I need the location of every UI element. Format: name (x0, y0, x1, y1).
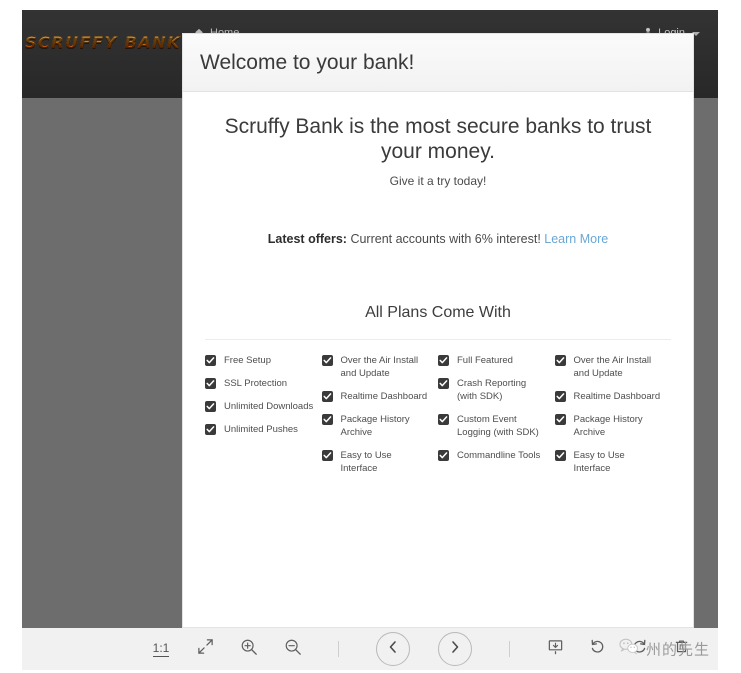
check-icon (205, 355, 216, 366)
latest-offers-text: Current accounts with 6% interest! (346, 232, 545, 246)
plans-heading: All Plans Come With (365, 304, 511, 321)
back-button[interactable] (376, 632, 410, 666)
plans-divider (205, 339, 671, 340)
check-icon (438, 414, 449, 425)
feature-label: Unlimited Pushes (224, 424, 298, 435)
zoom-out-button[interactable] (280, 636, 306, 662)
check-icon (321, 391, 333, 402)
toolbar-zoom-group: 1:1 (148, 632, 694, 666)
watermark: 州的先生 (618, 638, 710, 661)
feature-item: Custom Event Logging (with SDK) (438, 413, 547, 439)
check-icon (554, 391, 566, 402)
feature-column: Over the Air Install and Update Realtime… (321, 354, 439, 485)
content-card: Welcome to your bank! Scruffy Bank is th… (182, 33, 694, 628)
feature-column: Full Featured Crash Reporting (with SDK)… (438, 354, 555, 485)
fit-to-screen-icon (197, 638, 214, 660)
actual-size-label: 1:1 (152, 640, 170, 657)
feature-label: Realtime Dashboard (573, 391, 661, 402)
check-icon (321, 355, 333, 366)
feature-item: Package History Archive (554, 413, 664, 439)
check-icon (554, 450, 566, 461)
feature-item: Over the Air Install and Update (554, 354, 664, 380)
feature-label: Full Featured (457, 355, 513, 366)
feature-item: Unlimited Pushes (205, 423, 314, 436)
fit-to-screen-button[interactable] (192, 636, 218, 662)
feature-label: Free Setup (224, 355, 271, 366)
feature-label: Commandline Tools (457, 450, 541, 461)
chevron-left-icon (386, 640, 400, 659)
feature-item: Crash Reporting (with SDK) (438, 377, 547, 403)
card-body: Scruffy Bank is the most secure banks to… (183, 92, 693, 485)
latest-offers: Latest offers: Current accounts with 6% … (205, 232, 671, 246)
actual-size-button[interactable]: 1:1 (148, 636, 174, 662)
feature-item: Full Featured (438, 354, 547, 367)
feature-columns: Free Setup SSL Protection Unlimited Down… (205, 354, 671, 485)
brand-logo[interactable]: SCRUFFY BANK (25, 24, 181, 60)
page-title: Welcome to your bank! (200, 50, 415, 74)
feature-item: Realtime Dashboard (554, 390, 664, 403)
zoom-in-icon (240, 638, 258, 661)
feature-item: Free Setup (205, 354, 314, 367)
feature-column: Over the Air Install and Update Realtime… (554, 354, 672, 485)
watermark-text: 州的先生 (645, 640, 710, 659)
feature-item: Over the Air Install and Update (321, 354, 431, 380)
feature-label: Realtime Dashboard (340, 391, 428, 402)
feature-item: SSL Protection (205, 377, 314, 390)
check-icon (554, 414, 566, 425)
check-icon (438, 355, 449, 366)
check-icon (321, 450, 333, 461)
check-icon (321, 414, 333, 425)
check-icon (205, 378, 216, 389)
feature-label: Package History Archive (573, 414, 643, 438)
check-icon (438, 378, 449, 389)
card-header: Welcome to your bank! (183, 34, 693, 92)
latest-offers-label: Latest offers: (267, 232, 347, 246)
feature-label: Over the Air Install and Update (340, 355, 419, 379)
zoom-out-icon (284, 638, 302, 661)
chevron-right-icon (448, 640, 462, 659)
brand-logo-text: SCRUFFY BANK (25, 32, 181, 52)
feature-label: SSL Protection (224, 378, 288, 389)
feature-item: Package History Archive (321, 413, 431, 439)
feature-label: Over the Air Install and Update (573, 355, 652, 379)
jumbotron-headline: Scruffy Bank is the most secure banks to… (224, 115, 652, 163)
check-icon (554, 355, 566, 366)
feature-item: Easy to Use Interface (321, 449, 431, 475)
feature-label: Easy to Use Interface (340, 450, 392, 474)
feature-label: Easy to Use Interface (573, 450, 625, 474)
zoom-in-button[interactable] (236, 636, 262, 662)
check-icon (438, 450, 449, 461)
feature-label: Crash Reporting (with SDK) (457, 378, 527, 402)
rotate-left-icon (589, 638, 606, 660)
feature-item: Realtime Dashboard (321, 390, 431, 403)
learn-more-link[interactable]: Learn More (544, 232, 608, 246)
toolbar-divider (509, 641, 510, 657)
wechat-icon (618, 638, 640, 661)
feature-label: Package History Archive (340, 414, 410, 438)
feature-item: Easy to Use Interface (554, 449, 664, 475)
check-icon (205, 401, 216, 412)
feature-item: Commandline Tools (438, 449, 547, 462)
check-icon (205, 424, 216, 435)
rotate-left-button[interactable] (584, 636, 610, 662)
screenshot-viewer: SCRUFFY BANK Home (0, 0, 741, 673)
web-page-frame: SCRUFFY BANK Home (22, 10, 718, 628)
forward-button[interactable] (438, 632, 472, 666)
feature-item: Unlimited Downloads (205, 400, 314, 413)
capture-icon (547, 638, 564, 660)
toolbar-divider (338, 641, 339, 657)
feature-label: Custom Event Logging (with SDK) (457, 414, 539, 438)
jumbotron-subline: Give it a try today! (389, 174, 487, 188)
viewer-toolbar: 1:1 州的先生 (22, 628, 718, 670)
feature-label: Unlimited Downloads (224, 401, 314, 412)
capture-button[interactable] (542, 636, 568, 662)
feature-column: Free Setup SSL Protection Unlimited Down… (205, 354, 322, 485)
